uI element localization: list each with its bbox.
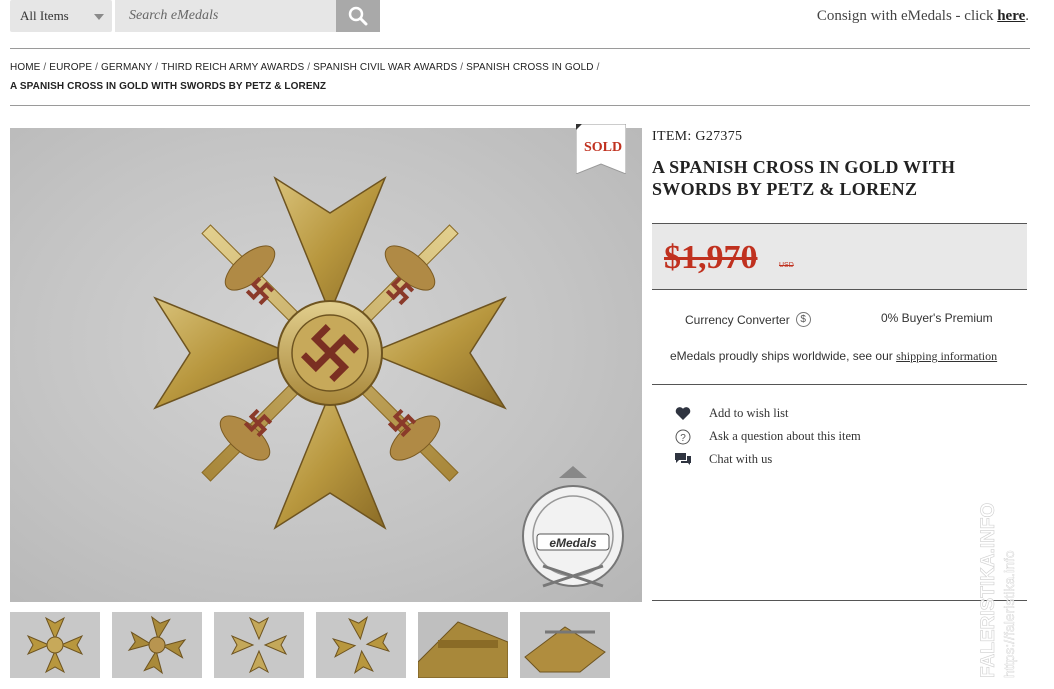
thumbnail-3[interactable] [214, 612, 304, 678]
breadcrumb-separator: / [155, 62, 159, 73]
breadcrumb-separator: / [95, 62, 99, 73]
breadcrumb: HOME / EUROPE / GERMANY / THIRD REICH ARMY … [10, 62, 1020, 92]
ask-question-label: Ask a question about this item [709, 429, 861, 443]
breadcrumb-separator: / [43, 62, 47, 73]
breadcrumb-home[interactable]: HOME [10, 62, 40, 73]
breadcrumb-separator: / [307, 62, 311, 73]
question-icon: ? [674, 428, 692, 446]
search-button[interactable] [336, 0, 380, 32]
chevron-down-icon [94, 14, 104, 20]
main-product-image[interactable]: eMedals [10, 128, 642, 602]
shipping-note: eMedals proudly ships worldwide, see our… [670, 349, 997, 364]
badge-brand-text: eMedals [549, 536, 597, 550]
search-icon [348, 6, 368, 26]
watermark-title: FALERISTIKA.INFO [978, 503, 999, 678]
add-to-wishlist-label: Add to wish list [709, 406, 789, 420]
sold-label: SOLD [584, 140, 622, 155]
thumbnail-2[interactable] [112, 612, 202, 678]
breadcrumb-current: A SPANISH CROSS IN GOLD WITH SWORDS BY P… [10, 81, 327, 92]
dollar-circle-icon: $ [795, 312, 811, 327]
chat-icon [674, 451, 692, 469]
breadcrumb-separator: / [460, 62, 464, 73]
sold-ribbon: SOLD [575, 123, 627, 175]
category-filter-select[interactable]: All Items [10, 0, 112, 32]
add-to-wishlist-button[interactable]: Add to wish list [674, 402, 861, 425]
breadcrumb-separator: / [596, 62, 600, 73]
shipping-information-link[interactable]: shipping information [896, 349, 997, 363]
consign-here-link[interactable]: here [997, 8, 1025, 24]
thumbnail-1[interactable] [10, 612, 100, 678]
currency-converter-link[interactable]: Currency Converter $ [685, 312, 811, 327]
heart-icon [674, 405, 692, 423]
chat-label: Chat with us [709, 452, 773, 466]
item-price: $1,970 [664, 239, 758, 276]
header-divider [10, 48, 1030, 49]
category-filter-label: All Items [20, 8, 69, 23]
consign-text: Consign with eMedals - click [816, 8, 998, 24]
buyers-premium: 0% Buyer's Premium [881, 311, 993, 325]
chat-button[interactable]: Chat with us [674, 448, 861, 471]
thumbnail-strip [10, 612, 610, 678]
currency-converter-label: Currency Converter [685, 312, 790, 327]
thumbnail-4[interactable] [316, 612, 406, 678]
price-panel: $1,970 USD [652, 223, 1027, 290]
item-title: A SPANISH CROSS IN GOLD WITH SWORDS BY P… [652, 157, 956, 199]
shipping-note-text: eMedals proudly ships worldwide, see our [670, 349, 897, 363]
price-currency: USD [779, 262, 794, 269]
item-actions: Add to wish list ? Ask a question about … [674, 402, 861, 471]
watermark: FALERISTIKA.INFO https://faleristika.inf… [972, 488, 1032, 683]
item-code: ITEM: G27375 [652, 129, 743, 144]
breadcrumb-europe[interactable]: EUROPE [49, 62, 92, 73]
info-divider [652, 384, 1027, 385]
thumbnail-6[interactable] [520, 612, 610, 678]
ask-question-button[interactable]: ? Ask a question about this item [674, 425, 861, 448]
bottom-divider [652, 600, 1027, 601]
consign-period: . [1025, 8, 1029, 24]
breadcrumb-army-awards[interactable]: THIRD REICH ARMY AWARDS [161, 62, 304, 73]
thumbnail-5[interactable] [418, 612, 508, 678]
breadcrumb-divider [10, 105, 1030, 106]
spanish-cross-image: eMedals [153, 176, 624, 588]
watermark-url: https://faleristika.info [1001, 550, 1017, 678]
breadcrumb-spanish-cross-gold[interactable]: SPANISH CROSS IN GOLD [466, 62, 594, 73]
breadcrumb-spanish-civil-war[interactable]: SPANISH CIVIL WAR AWARDS [313, 62, 457, 73]
search-input[interactable] [115, 0, 336, 32]
breadcrumb-germany[interactable]: GERMANY [101, 62, 152, 73]
svg-text:?: ? [680, 433, 686, 444]
emedals-badge-icon: eMedals [522, 466, 624, 588]
consign-message: Consign with eMedals - click here. [817, 8, 1029, 25]
